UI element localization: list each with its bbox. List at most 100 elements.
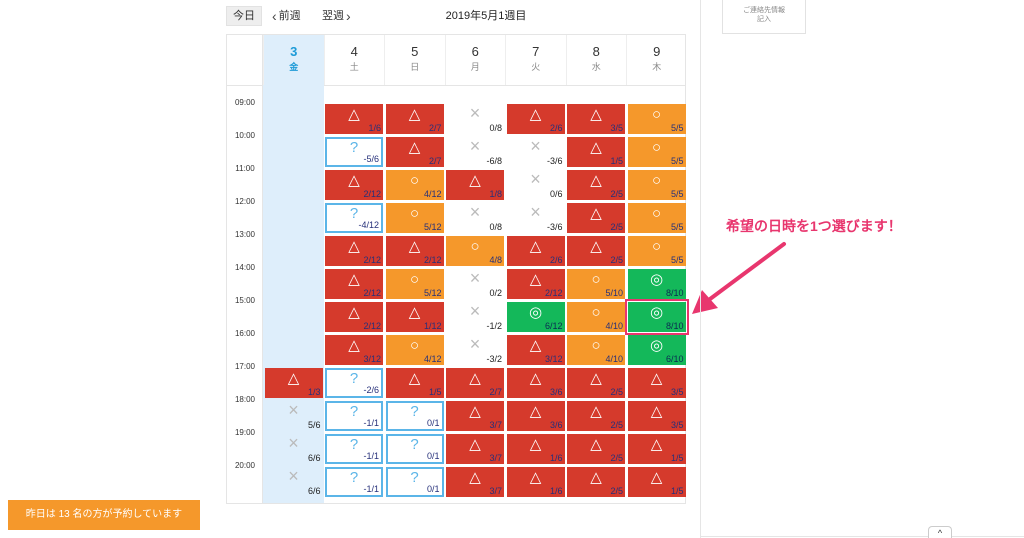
slot-status-icon: △ — [590, 172, 602, 189]
time-slot[interactable]: △ 2/5 — [567, 368, 625, 398]
time-slot[interactable]: △ 3/5 — [627, 401, 686, 431]
time-slot[interactable]: ? 0/1 — [385, 401, 444, 431]
time-slot[interactable]: △ 1/5 — [385, 368, 444, 398]
slot-status-icon: ○ — [409, 172, 420, 189]
slot-count: 2/12 — [423, 255, 442, 265]
time-slot[interactable]: △ 3/7 — [446, 401, 504, 431]
slot-status-icon: △ — [287, 370, 300, 387]
time-slot[interactable]: ○ 4/8 — [446, 236, 504, 266]
slot-status-icon: △ — [529, 403, 542, 420]
time-label: 20:00 — [234, 461, 256, 470]
time-slot[interactable]: △ 2/6 — [506, 236, 565, 266]
week-toolbar: 今日 ‹ 前週 翌週 › 2019年5月1週目 — [226, 0, 686, 32]
today-button[interactable]: 今日 — [226, 6, 262, 26]
slot-count: 3/6 — [549, 420, 563, 430]
time-slot[interactable]: △ 2/5 — [567, 170, 625, 200]
time-slot: × -1/2 — [446, 302, 504, 332]
time-slot[interactable]: ? -2/6 — [325, 368, 383, 398]
time-slot[interactable]: △ 2/12 — [325, 269, 383, 299]
slot-status-icon: △ — [348, 271, 360, 288]
time-slot[interactable]: △ 2/5 — [567, 203, 625, 233]
time-slot[interactable]: ? 0/1 — [385, 434, 444, 464]
time-slot[interactable]: △ 3/7 — [446, 467, 504, 497]
time-slot[interactable]: △ 3/12 — [506, 335, 565, 365]
time-slot[interactable]: ? -1/1 — [325, 434, 383, 464]
time-slot[interactable]: △ 1/5 — [627, 434, 686, 464]
time-slot[interactable]: △ 1/5 — [567, 137, 625, 167]
slot-count: 5/5 — [670, 222, 684, 232]
time-slot[interactable]: △ 2/7 — [385, 137, 444, 167]
slot-count: 2/5 — [610, 189, 623, 199]
slot-count: -2/6 — [363, 385, 379, 395]
time-slot[interactable]: △ 3/12 — [325, 335, 383, 365]
time-slot[interactable]: △ 1/8 — [446, 170, 504, 200]
time-slot[interactable]: ○ 5/5 — [627, 137, 686, 167]
time-slot[interactable]: △ 3/6 — [506, 368, 565, 398]
next-week-button[interactable]: 翌週 › — [322, 6, 351, 26]
time-slot[interactable]: △ 3/5 — [627, 368, 686, 398]
time-slot[interactable]: △ 2/12 — [325, 302, 383, 332]
time-slot[interactable]: ◎ 8/10 — [627, 269, 686, 299]
slot-count: -1/1 — [363, 418, 379, 428]
time-slot[interactable]: △ 1/3 — [264, 368, 323, 398]
day-weekday: 金 — [289, 62, 299, 72]
time-slot: × -6/8 — [446, 137, 504, 167]
chevron-left-icon: ‹ — [272, 8, 277, 24]
time-slot[interactable]: △ 2/12 — [506, 269, 565, 299]
time-slot[interactable]: ○ 5/5 — [627, 104, 686, 134]
week-title: 2019年5月1週目 — [445, 10, 527, 22]
slot-count: 3/12 — [363, 354, 381, 364]
time-slot[interactable]: ◎ 6/10 — [627, 335, 686, 365]
time-slot[interactable]: ○ 5/10 — [567, 269, 625, 299]
slot-count: 2/6 — [549, 255, 563, 265]
time-slot[interactable]: ○ 5/5 — [627, 236, 686, 266]
slot-count: 3/7 — [489, 453, 502, 463]
slot-count: 5/10 — [605, 288, 623, 298]
time-slot[interactable]: △ 2/12 — [325, 236, 383, 266]
selected-time-slot[interactable]: ◎ 8/10 — [624, 299, 689, 335]
time-label: 19:00 — [234, 428, 256, 437]
time-slot[interactable]: △ 1/12 — [385, 302, 444, 332]
booking-count-banner: 昨日は 13 名の方が予約しています — [8, 500, 200, 530]
time-slot[interactable]: △ 2/5 — [567, 401, 625, 431]
time-slot[interactable]: ? 0/1 — [385, 467, 444, 497]
slot-status-icon: △ — [590, 403, 602, 420]
scroll-top-button[interactable]: ^ — [928, 526, 952, 538]
time-slot[interactable]: △ 2/12 — [385, 236, 444, 266]
time-slot[interactable]: △ 3/5 — [567, 104, 625, 134]
time-slot[interactable]: △ 2/7 — [446, 368, 504, 398]
time-slot[interactable]: △ 2/5 — [567, 434, 625, 464]
time-slot[interactable]: △ 1/6 — [506, 467, 565, 497]
time-slot[interactable]: ○ 4/10 — [567, 302, 625, 332]
slot-count: 0/6 — [549, 189, 563, 199]
slot-status-icon: △ — [650, 436, 663, 453]
time-slot[interactable]: △ 2/7 — [385, 104, 444, 134]
time-slot[interactable]: ? -5/6 — [325, 137, 383, 167]
time-slot[interactable]: △ 1/5 — [627, 467, 686, 497]
time-slot[interactable]: ○ 5/5 — [627, 170, 686, 200]
time-slot[interactable]: △ 2/12 — [325, 170, 383, 200]
time-slot[interactable]: △ 2/5 — [567, 236, 625, 266]
time-label: 17:00 — [234, 362, 256, 371]
time-slot[interactable]: ○ 4/12 — [385, 335, 444, 365]
time-slot[interactable]: △ 2/5 — [567, 467, 625, 497]
time-slot[interactable]: △ 2/6 — [506, 104, 565, 134]
slot-status-icon: △ — [590, 205, 602, 222]
slot-status-icon: △ — [348, 337, 360, 354]
time-slot[interactable]: ? -1/1 — [325, 467, 383, 497]
time-slot[interactable]: ? -1/1 — [325, 401, 383, 431]
time-slot[interactable]: △ 3/7 — [446, 434, 504, 464]
day-number: 6 — [471, 44, 479, 59]
time-slot[interactable]: ○ 5/5 — [627, 203, 686, 233]
time-slot[interactable]: ◎ 6/12 — [506, 302, 565, 332]
contact-info-sublabel: 記入 — [757, 16, 771, 23]
time-slot[interactable]: △ 1/6 — [325, 104, 383, 134]
prev-week-button[interactable]: ‹ 前週 — [272, 6, 301, 26]
time-slot[interactable]: ? -4/12 — [325, 203, 383, 233]
time-slot[interactable]: △ 1/6 — [506, 434, 565, 464]
time-slot[interactable]: ○ 5/12 — [385, 203, 444, 233]
time-slot[interactable]: △ 3/6 — [506, 401, 565, 431]
time-slot[interactable]: ○ 5/12 — [385, 269, 444, 299]
time-slot[interactable]: ○ 4/12 — [385, 170, 444, 200]
time-slot[interactable]: ○ 4/10 — [567, 335, 625, 365]
